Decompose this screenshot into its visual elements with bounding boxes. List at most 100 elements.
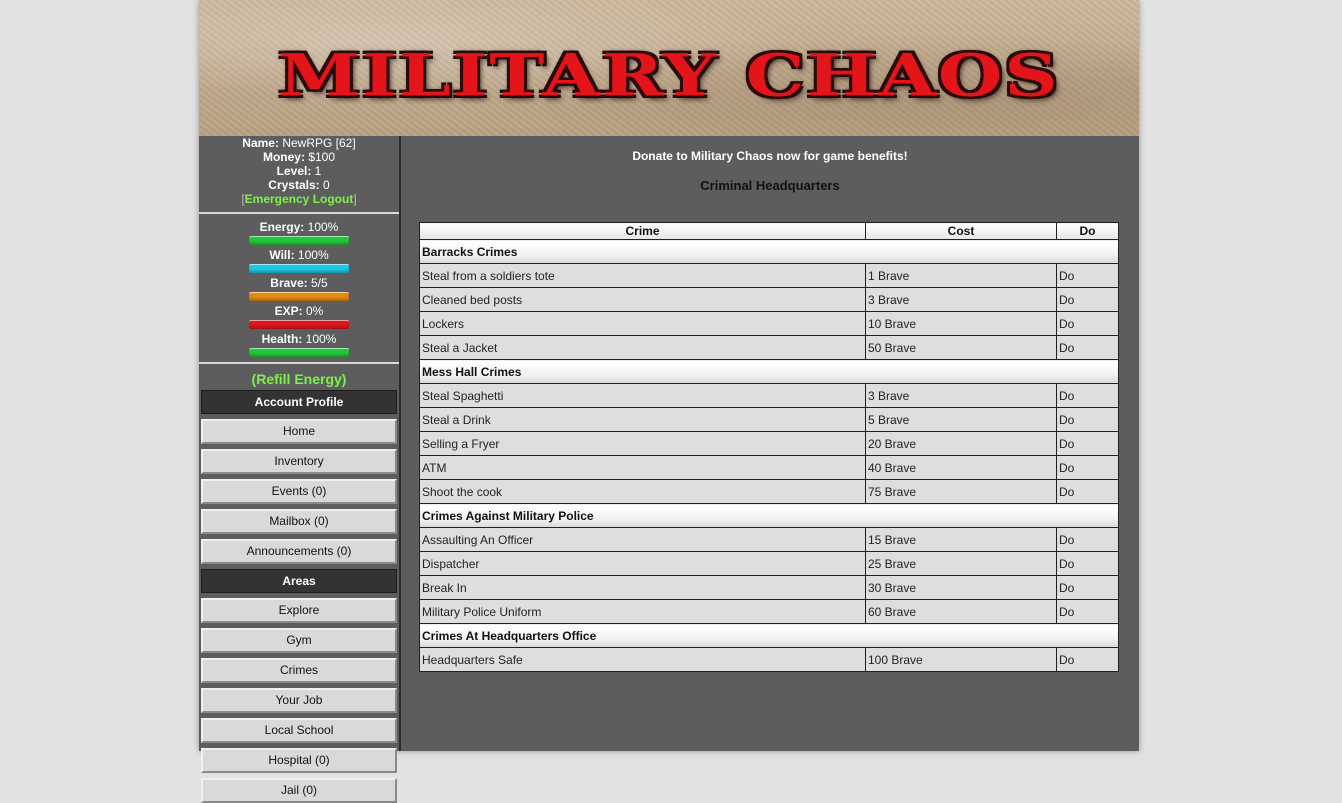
table-row: Steal from a soldiers tote 1 Brave Do xyxy=(419,263,1119,288)
crime-category-row: Crimes Against Military Police xyxy=(419,503,1119,528)
do-crime-link[interactable]: Do xyxy=(1059,533,1074,547)
nav-item-gym[interactable]: Gym xyxy=(201,628,397,653)
table-row: Lockers 10 Brave Do xyxy=(419,311,1119,336)
crime-name: Steal a Jacket xyxy=(419,335,866,360)
crime-cost: 40 Brave xyxy=(865,455,1057,480)
table-row: Shoot the cook 75 Brave Do xyxy=(419,479,1119,504)
site-banner: MILITARY CHAOS xyxy=(199,0,1139,136)
do-crime-link[interactable]: Do xyxy=(1059,557,1074,571)
crime-do-cell: Do xyxy=(1056,455,1119,480)
nav-item-your-job[interactable]: Your Job xyxy=(201,688,397,713)
crime-cost: 3 Brave xyxy=(865,287,1057,312)
crime-do-cell: Do xyxy=(1056,263,1119,288)
nav-item-inventory[interactable]: Inventory xyxy=(201,449,397,474)
crime-cost: 1 Brave xyxy=(865,263,1057,288)
table-row: Selling a Fryer 20 Brave Do xyxy=(419,431,1119,456)
areas-nav: Explore Gym Crimes Your Job Local School Hosp… xyxy=(199,598,399,803)
emergency-logout-link[interactable]: Emergency Logout xyxy=(245,192,354,206)
nav-item-hospital-0[interactable]: Hospital (0) xyxy=(201,748,397,773)
nav-header-areas: Areas xyxy=(201,569,397,593)
do-crime-link[interactable]: Do xyxy=(1059,437,1074,451)
table-row: Steal a Jacket 50 Brave Do xyxy=(419,335,1119,360)
do-crime-link[interactable]: Do xyxy=(1059,293,1074,307)
crime-name: ATM xyxy=(419,455,866,480)
do-crime-link[interactable]: Do xyxy=(1059,269,1074,283)
stat-brave-bar xyxy=(249,292,349,301)
column-header-crime: Crime xyxy=(419,222,866,240)
stat-brave-label: Brave: 5/5 xyxy=(270,276,328,290)
table-header-row: Crime Cost Do xyxy=(419,222,1119,240)
stat-exp-bar xyxy=(249,320,349,329)
table-row: Cleaned bed posts 3 Brave Do xyxy=(419,287,1119,312)
page-container: MILITARY CHAOS Name: NewRPG [62] Money: … xyxy=(199,0,1139,803)
table-row: Assaulting An Officer 15 Brave Do xyxy=(419,527,1119,552)
crime-category-row: Crimes At Headquarters Office xyxy=(419,623,1119,648)
banner-logo: MILITARY CHAOS xyxy=(278,42,1060,110)
crime-name: Break In xyxy=(419,575,866,600)
table-row: Steal a Drink 5 Brave Do xyxy=(419,407,1119,432)
crime-do-cell: Do xyxy=(1056,287,1119,312)
crime-cost: 20 Brave xyxy=(865,431,1057,456)
crime-name: Shoot the cook xyxy=(419,479,866,504)
crime-do-cell: Do xyxy=(1056,431,1119,456)
emergency-logout-row: [Emergency Logout] xyxy=(241,192,357,206)
do-crime-link[interactable]: Do xyxy=(1059,605,1074,619)
do-crime-link[interactable]: Do xyxy=(1059,485,1074,499)
do-crime-link[interactable]: Do xyxy=(1059,461,1074,475)
nav-item-mailbox-0[interactable]: Mailbox (0) xyxy=(201,509,397,534)
crime-category-title: Crimes Against Military Police xyxy=(419,503,1119,528)
crime-category-title: Barracks Crimes xyxy=(419,239,1119,264)
refill-energy-link[interactable]: (Refill Energy) xyxy=(199,370,399,388)
nav-header-account: Account Profile xyxy=(201,390,397,414)
main-content: Donate to Military Chaos now for game be… xyxy=(401,136,1139,751)
crime-category-title: Crimes At Headquarters Office xyxy=(419,623,1119,648)
crime-do-cell: Do xyxy=(1056,647,1119,672)
crime-cost: 3 Brave xyxy=(865,383,1057,408)
crime-do-cell: Do xyxy=(1056,311,1119,336)
player-money: Money: $100 xyxy=(262,150,336,164)
nav-item-local-school[interactable]: Local School xyxy=(201,718,397,743)
do-crime-link[interactable]: Do xyxy=(1059,317,1074,331)
nav-item-home[interactable]: Home xyxy=(201,419,397,444)
crime-do-cell: Do xyxy=(1056,527,1119,552)
crime-do-cell: Do xyxy=(1056,407,1119,432)
table-row: Military Police Uniform 60 Brave Do xyxy=(419,599,1119,624)
crime-name: Lockers xyxy=(419,311,866,336)
do-crime-link[interactable]: Do xyxy=(1059,413,1074,427)
crime-cost: 60 Brave xyxy=(865,599,1057,624)
crime-name: Steal Spaghetti xyxy=(419,383,866,408)
do-crime-link[interactable]: Do xyxy=(1059,341,1074,355)
do-crime-link[interactable]: Do xyxy=(1059,653,1074,667)
donate-banner-text[interactable]: Donate to Military Chaos now for game be… xyxy=(401,149,1139,163)
table-row: Break In 30 Brave Do xyxy=(419,575,1119,600)
crime-category-row: Barracks Crimes xyxy=(419,239,1119,264)
crime-do-cell: Do xyxy=(1056,479,1119,504)
sidebar: Name: NewRPG [62] Money: $100 Level: 1 C… xyxy=(199,136,401,803)
crime-do-cell: Do xyxy=(1056,551,1119,576)
crime-name: Assaulting An Officer xyxy=(419,527,866,552)
table-row: Headquarters Safe 100 Brave Do xyxy=(419,647,1119,672)
nav-item-crimes[interactable]: Crimes xyxy=(201,658,397,683)
crime-cost: 5 Brave xyxy=(865,407,1057,432)
crime-category-row: Mess Hall Crimes xyxy=(419,359,1119,384)
crime-cost: 25 Brave xyxy=(865,551,1057,576)
nav-item-explore[interactable]: Explore xyxy=(201,598,397,623)
crime-name: Cleaned bed posts xyxy=(419,287,866,312)
crime-cost: 30 Brave xyxy=(865,575,1057,600)
stat-energy-label: Energy: 100% xyxy=(259,220,339,234)
nav-item-jail-0[interactable]: Jail (0) xyxy=(201,778,397,803)
column-header-cost: Cost xyxy=(865,222,1057,240)
crime-name: Headquarters Safe xyxy=(419,647,866,672)
crime-cost: 10 Brave xyxy=(865,311,1057,336)
stat-energy-bar xyxy=(249,236,349,245)
do-crime-link[interactable]: Do xyxy=(1059,389,1074,403)
crime-cost: 100 Brave xyxy=(865,647,1057,672)
table-row: Steal Spaghetti 3 Brave Do xyxy=(419,383,1119,408)
crime-do-cell: Do xyxy=(1056,575,1119,600)
nav-item-events-0[interactable]: Events (0) xyxy=(201,479,397,504)
table-row: Dispatcher 25 Brave Do xyxy=(419,551,1119,576)
crime-name: Military Police Uniform xyxy=(419,599,866,624)
nav-item-announcements-0[interactable]: Announcements (0) xyxy=(201,539,397,564)
do-crime-link[interactable]: Do xyxy=(1059,581,1074,595)
page-title: Criminal Headquarters xyxy=(700,178,840,193)
